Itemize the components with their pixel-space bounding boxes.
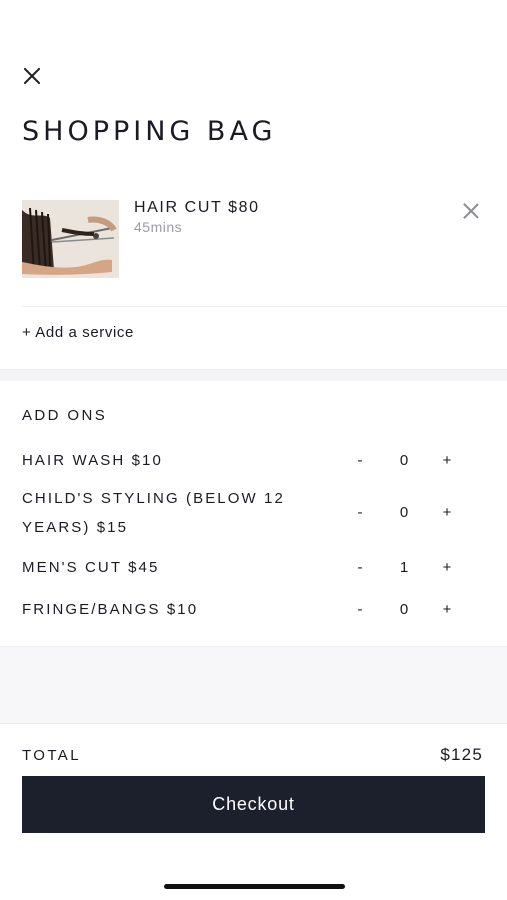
addon-label: FRINGE/BANGS $10 <box>22 601 199 618</box>
addon-row-mens-cut: MEN'S CUT $45 - 1 + <box>22 553 462 582</box>
increase-button[interactable]: + <box>437 601 457 618</box>
item-name: HAIR CUT $80 <box>134 199 260 216</box>
decrease-button[interactable]: - <box>350 452 370 469</box>
decrease-button[interactable]: - <box>350 504 370 521</box>
addon-label: HAIR WASH $10 <box>22 452 163 469</box>
remove-item-icon[interactable] <box>461 201 481 221</box>
increase-button[interactable]: + <box>437 559 457 576</box>
spacer-panel <box>0 646 507 724</box>
service-thumbnail <box>22 200 119 278</box>
page-title: SHOPPING BAG <box>22 116 277 147</box>
checkout-button[interactable]: Checkout <box>22 776 485 833</box>
quantity-value: 0 <box>399 601 409 618</box>
close-icon[interactable] <box>20 64 44 88</box>
home-indicator[interactable] <box>164 884 345 889</box>
total-label: TOTAL <box>22 747 81 764</box>
increase-button[interactable]: + <box>437 452 457 469</box>
add-service-link[interactable]: + Add a service <box>22 324 134 341</box>
addon-row-childs-styling: CHILD'S STYLING (BELOW 12 YEARS) $15 - 0… <box>22 484 462 542</box>
addons-title: ADD ONS <box>22 407 108 424</box>
decrease-button[interactable]: - <box>350 559 370 576</box>
decrease-button[interactable]: - <box>350 601 370 618</box>
item-duration: 45mins <box>134 219 183 235</box>
total-value: $125 <box>440 745 483 764</box>
addons-section: ADD ONS HAIR WASH $10 - 0 + CHILD'S STYL… <box>0 381 507 646</box>
addon-row-fringe-bangs: FRINGE/BANGS $10 - 0 + <box>22 595 462 624</box>
quantity-value: 0 <box>399 452 409 469</box>
section-separator <box>0 369 507 381</box>
increase-button[interactable]: + <box>437 504 457 521</box>
bag-item: HAIR CUT $80 45mins <box>22 196 485 282</box>
addon-label: CHILD'S STYLING (BELOW 12 YEARS) $15 <box>22 490 285 536</box>
addon-row-hair-wash: HAIR WASH $10 - 0 + <box>22 446 462 475</box>
divider <box>22 306 507 307</box>
quantity-value: 1 <box>399 559 409 576</box>
quantity-value: 0 <box>399 504 409 521</box>
addon-label: MEN'S CUT $45 <box>22 559 160 576</box>
